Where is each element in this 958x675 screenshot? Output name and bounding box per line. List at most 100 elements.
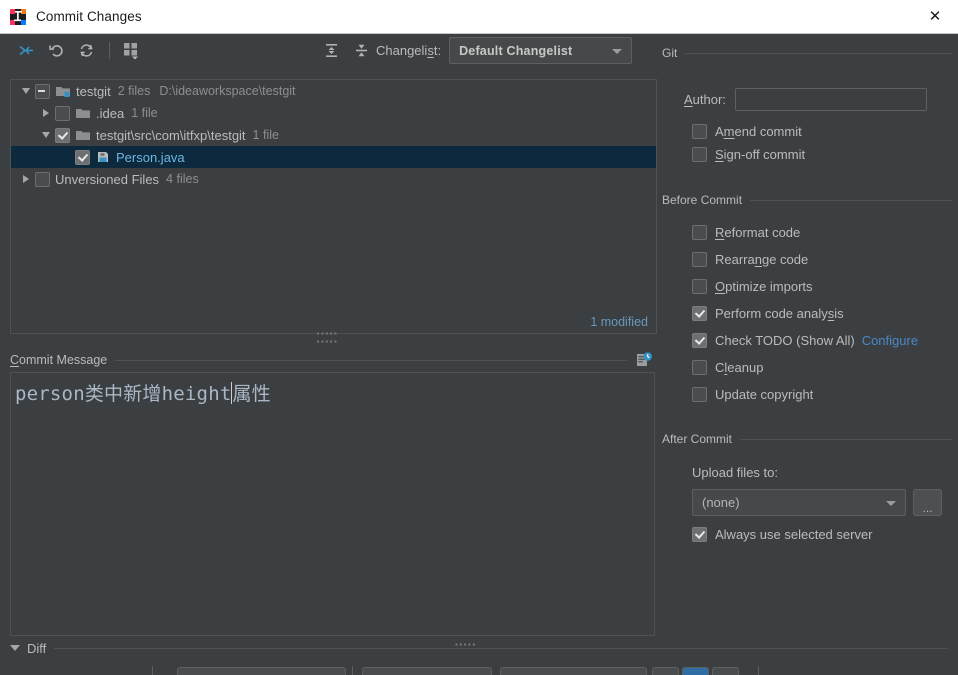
tree-node-label: testgit\src\com\itfxp\testgit [96,127,246,143]
before-commit-group: Before Commit Reformat code Rearrange co… [662,192,952,405]
row-checkbox[interactable] [35,83,50,99]
bottom-button-3[interactable] [500,667,647,675]
bottom-button-2[interactable] [362,667,492,675]
module-folder-icon [55,83,71,99]
checkbox-box[interactable] [692,224,707,240]
optimize-imports-checkbox[interactable]: Optimize imports [692,275,952,297]
checkbox-box[interactable] [692,359,707,375]
divider [758,666,759,675]
chevron-down-icon[interactable] [10,645,20,651]
bottom-icon-button-3[interactable] [712,667,739,675]
checkbox-box[interactable] [692,526,707,542]
diff-splitter-handle[interactable]: ▪▪▪▪▪ [455,640,477,649]
window-title: Commit Changes [36,9,142,24]
git-group-header: Git [662,45,952,61]
toolbar-right-group [305,37,377,63]
divider [115,359,627,361]
checkbox-box[interactable] [692,146,707,162]
title-bar: Commit Changes ✕ [0,0,958,34]
changelist-label: Changelist: [376,43,442,58]
perform-code-analysis-label: Perform code analysis [715,305,844,321]
changelist-control: Changelist: Default Changelist [376,37,633,64]
checkbox-box[interactable] [692,332,707,348]
tree-splitter[interactable]: ▪▪▪▪▪ ▪▪▪▪▪ [0,330,655,346]
chevron-down-icon [886,500,896,506]
author-label: Author: [684,92,726,107]
cleanup-checkbox[interactable]: Cleanup [692,356,952,378]
row-checkbox[interactable] [75,149,90,165]
dialog-button-bar [0,664,958,675]
amend-commit-checkbox[interactable]: Amend commit [692,120,952,142]
checkbox-box[interactable] [692,305,707,321]
close-icon[interactable]: ✕ [912,0,958,32]
checkbox-box[interactable] [692,123,707,139]
bottom-icon-button-1[interactable] [652,667,679,675]
collapse-all-button[interactable] [347,37,375,63]
divider [54,647,948,649]
revert-button[interactable] [42,37,70,63]
changelist-dropdown[interactable]: Default Changelist [449,37,633,64]
chevron-down-icon[interactable] [19,80,33,102]
changelist-value: Default Changelist [459,43,573,58]
message-history-icon[interactable] [635,351,653,369]
after-commit-group-title: After Commit [662,432,733,446]
diff-section-label: Diff [27,640,47,656]
table-row[interactable]: .idea 1 file [11,102,656,124]
upload-server-dropdown[interactable]: (none) [692,489,906,516]
chevron-down-icon[interactable] [39,124,53,146]
git-group-title: Git [662,46,678,60]
perform-code-analysis-checkbox[interactable]: Perform code analysis [692,302,952,324]
tree-node-meta: 1 file [252,128,279,142]
reformat-code-checkbox[interactable]: Reformat code [692,221,952,243]
author-field[interactable] [734,88,927,111]
after-commit-group-header: After Commit [662,431,952,447]
update-copyright-checkbox[interactable]: Update copyright [692,383,952,405]
chevron-right-icon[interactable] [19,168,33,190]
upload-files-label: Upload files to: [692,465,778,480]
sign-off-commit-checkbox[interactable]: Sign-off commit [692,143,952,165]
tree-node-label: testgit [76,83,111,99]
intellij-idea-icon [9,8,27,26]
table-row[interactable]: testgit\src\com\itfxp\testgit 1 file [11,124,656,146]
bottom-icon-button-2[interactable] [682,667,709,675]
cleanup-label: Cleanup [715,359,764,375]
check-todo-label: Check TODO (Show All) [715,332,855,348]
divider [685,52,952,54]
table-row[interactable]: testgit 2 files D:\ideaworkspace\testgit [11,80,656,102]
always-use-selected-server-checkbox[interactable]: Always use selected server [692,523,952,545]
checkbox-box[interactable] [692,386,707,402]
chevron-down-icon [612,48,623,54]
tree-node-label: Unversioned Files [55,171,160,187]
git-group: Git Author: Amend commit Sign-off commit [662,45,952,165]
changed-files-tree[interactable]: testgit 2 files D:\ideaworkspace\testgit… [10,79,657,334]
show-diff-button[interactable] [12,37,40,63]
tree-node-label: Person.java [116,149,185,165]
expand-all-button[interactable] [317,37,345,63]
row-checkbox[interactable] [35,171,50,187]
row-checkbox[interactable] [55,127,70,143]
divider [152,666,153,675]
folder-icon [75,105,91,121]
before-commit-group-header: Before Commit [662,192,952,208]
author-row: Author: [684,88,952,111]
tree-node-label: .idea [96,105,125,121]
chevron-right-icon[interactable] [39,102,53,124]
browse-servers-button[interactable]: ... [913,489,942,516]
sign-off-commit-label: Sign-off commit [715,146,806,162]
group-by-button[interactable] [117,37,145,63]
commit-message-input[interactable]: person类中新增height属性 [10,372,655,636]
table-row[interactable]: Unversioned Files 4 files [11,168,656,190]
check-todo-checkbox[interactable]: Check TODO (Show All) Configure [692,329,952,351]
bottom-button-1[interactable] [177,667,346,675]
configure-link[interactable]: Configure [862,333,918,348]
rearrange-code-checkbox[interactable]: Rearrange code [692,248,952,270]
row-checkbox[interactable] [55,105,70,121]
rearrange-code-label: Rearrange code [715,251,809,267]
reformat-code-label: Reformat code [715,224,801,240]
commit-message-after-caret: 属性 [232,383,271,405]
checkbox-box[interactable] [692,251,707,267]
table-row[interactable]: Person.java [11,146,656,168]
refresh-button[interactable] [72,37,100,63]
checkbox-box[interactable] [692,278,707,294]
java-class-icon [95,149,111,165]
